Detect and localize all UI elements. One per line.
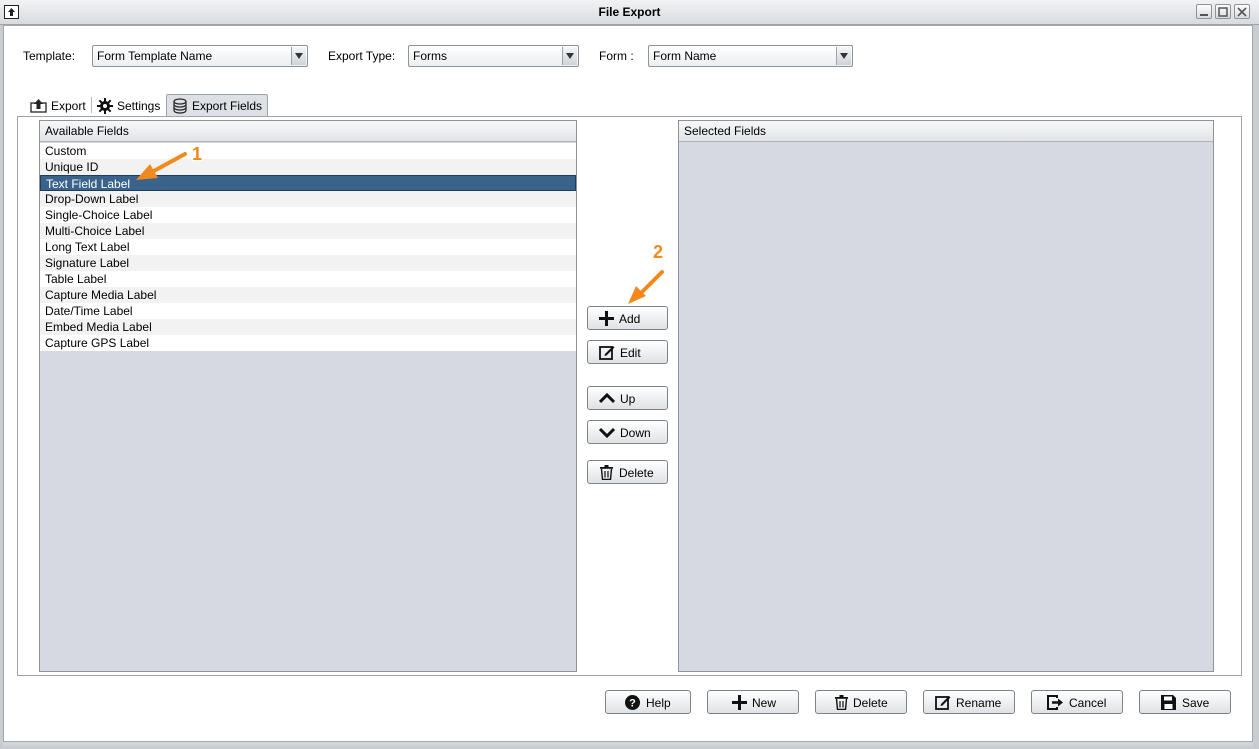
save-button[interactable]: Save [1139, 690, 1231, 714]
chevron-down-icon [295, 53, 303, 59]
template-dropdown-arrow[interactable] [291, 47, 306, 65]
tab-export-fields-label: Export Fields [192, 99, 263, 113]
cancel-button-label: Cancel [1069, 696, 1107, 710]
plus-icon [732, 695, 747, 710]
rename-button[interactable]: Rename [923, 690, 1015, 714]
selected-fields-header: Selected Fields [679, 121, 1213, 142]
available-fields-list[interactable]: Available Fields Custom Unique ID Text Fie… [39, 120, 577, 672]
window-title: File Export [598, 5, 661, 19]
selected-fields-list[interactable]: Selected Fields [678, 120, 1214, 672]
cancel-button[interactable]: Cancel [1031, 690, 1123, 714]
maximize-icon [1218, 7, 1228, 17]
down-button[interactable]: Down [587, 420, 668, 444]
help-icon: ? [625, 695, 640, 710]
chevron-up-icon [599, 393, 615, 404]
edit-button[interactable]: Edit [587, 340, 668, 364]
delete-button[interactable]: Delete [815, 690, 907, 714]
minimize-icon [1200, 14, 1208, 16]
help-button[interactable]: ? Help [605, 690, 691, 714]
svg-text:?: ? [629, 698, 636, 710]
template-select-value: Form Template Name [97, 49, 213, 63]
form-select-value: Form Name [653, 49, 717, 63]
up-button-label: Up [620, 392, 636, 406]
close-icon [1237, 7, 1247, 17]
list-item[interactable]: Custom [40, 143, 576, 159]
export-type-select-value: Forms [413, 49, 447, 63]
callout-number-1: 1 [192, 144, 203, 164]
template-label: Template: [23, 49, 76, 63]
form-label: Form : [599, 49, 634, 63]
upload-icon [30, 99, 47, 113]
tab-settings-label: Settings [117, 99, 161, 113]
chevron-down-icon [599, 427, 615, 438]
gear-icon [97, 98, 113, 114]
available-fields-header: Available Fields [40, 121, 576, 142]
form-dropdown-arrow[interactable] [836, 47, 851, 65]
export-type-label: Export Type: [328, 49, 396, 63]
down-button-label: Down [620, 426, 651, 440]
edit-icon [935, 696, 951, 710]
maximize-button[interactable] [1215, 4, 1231, 19]
callout-arrow-icon [628, 270, 664, 304]
tab-export[interactable]: Export [27, 94, 89, 116]
list-item[interactable]: Date/Time Label [40, 303, 576, 319]
callout-number-2: 2 [653, 242, 664, 262]
up-button[interactable]: Up [587, 386, 668, 410]
save-icon [1161, 695, 1176, 710]
list-item[interactable]: Capture GPS Label [40, 335, 576, 351]
new-button-label: New [752, 696, 777, 710]
trash-icon [835, 695, 848, 710]
minimize-button[interactable] [1196, 4, 1212, 19]
list-item[interactable]: Unique ID [40, 159, 576, 175]
list-item[interactable]: Single-Choice Label [40, 207, 576, 223]
delete-field-button[interactable]: Delete [587, 460, 668, 484]
exit-icon [1047, 695, 1063, 710]
list-item[interactable]: Multi-Choice Label [40, 223, 576, 239]
title-bar: File Export [0, 0, 1259, 25]
tab-export-fields[interactable]: Export Fields [166, 94, 268, 116]
edit-button-label: Edit [620, 346, 641, 360]
chevron-down-icon [566, 53, 574, 59]
add-button[interactable]: Add [587, 306, 668, 330]
list-item[interactable]: Signature Label [40, 255, 576, 271]
export-type-dropdown-arrow[interactable] [562, 47, 577, 65]
tab-divider [91, 97, 92, 113]
add-button-label: Add [619, 312, 641, 326]
template-select[interactable]: Form Template Name [92, 45, 308, 67]
list-item[interactable]: Table Label [40, 271, 576, 287]
delete-field-button-label: Delete [619, 466, 654, 480]
export-type-select[interactable]: Forms [408, 45, 579, 67]
new-button[interactable]: New [707, 690, 799, 714]
window-bottom-border [3, 742, 1253, 746]
list-item[interactable]: Capture Media Label [40, 287, 576, 303]
form-select[interactable]: Form Name [648, 45, 853, 67]
trash-icon [600, 465, 613, 480]
rename-button-label: Rename [956, 696, 1002, 710]
list-item[interactable]: Embed Media Label [40, 319, 576, 335]
callout-arrow-icon [136, 152, 187, 180]
database-icon [173, 98, 187, 114]
list-item[interactable]: Text Field Label [40, 175, 576, 191]
tab-settings[interactable]: Settings [94, 94, 164, 116]
help-button-label: Help [646, 696, 671, 710]
plus-icon [599, 311, 614, 326]
save-button-label: Save [1182, 696, 1210, 710]
edit-icon [599, 346, 615, 360]
tab-export-label: Export [51, 99, 86, 113]
chevron-down-icon [840, 53, 848, 59]
delete-button-label: Delete [853, 696, 888, 710]
list-item[interactable]: Drop-Down Label [40, 191, 576, 207]
close-button[interactable] [1234, 4, 1250, 19]
list-item[interactable]: Long Text Label [40, 239, 576, 255]
